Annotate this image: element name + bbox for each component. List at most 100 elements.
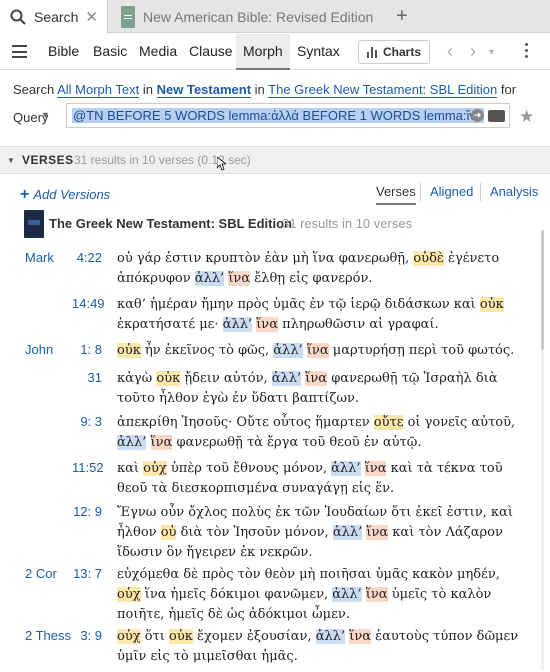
highlight-alla: ἀλλ’	[273, 343, 303, 358]
bar-chart-icon	[367, 47, 379, 58]
highlight-hina: ἵνα	[364, 461, 387, 476]
scrollbar-thumb[interactable]	[541, 230, 544, 350]
highlight-negation: οὐκ	[169, 629, 193, 644]
search-icon	[10, 9, 26, 25]
view-tab-analysis[interactable]: Analysis	[490, 184, 538, 199]
view-tab-verses[interactable]: Verses	[376, 184, 416, 205]
verse-text: καθ’ ἡμέραν ἤμην πρὸς ὑμᾶς ἐν τῷ ἱερῷ δι…	[117, 297, 504, 332]
highlight-alla: ἀλλ’	[194, 271, 225, 286]
highlight-negation: οὐχ	[143, 461, 167, 476]
highlight-negation: οὐχ	[117, 587, 141, 602]
tab-title: Search	[34, 9, 79, 25]
book-link[interactable]: John	[25, 342, 53, 357]
nav-tab-media[interactable]: Media	[139, 34, 177, 70]
highlight-negation: οὐκ	[156, 371, 181, 386]
search-prefix: Search	[13, 82, 55, 97]
in-text: in	[254, 82, 265, 97]
highlight-alla: ἀλλ’	[332, 525, 363, 540]
verse-text: Ἔγνω οὖν ὄχλος πολὺς ἐκ τῶν Ἰουδαίων ὅτι…	[117, 505, 513, 560]
highlight-hina: ἵνα	[305, 371, 328, 386]
highlight-negation: οὔτε	[373, 415, 404, 430]
reference-link[interactable]: 31	[72, 370, 102, 385]
nav-tab-syntax[interactable]: Syntax	[297, 34, 340, 70]
tab-search[interactable]: Search ✕	[0, 0, 108, 34]
favorite-star-icon[interactable]: ★	[519, 107, 534, 127]
highlight-hina: ἵνα	[349, 629, 371, 644]
resource-link[interactable]: The Greek New Testament: SBL Edition	[268, 82, 498, 98]
nav-tab-clause[interactable]: Clause	[189, 34, 233, 70]
verse-text: κἀγὼ οὐκ ᾔδειν αὐτόν, ἀλλ’ ἵνα φανερωθῇ …	[117, 371, 498, 406]
highlight-alla: ἀλλ’	[271, 371, 302, 386]
plus-icon: +	[20, 186, 30, 203]
charts-button[interactable]: Charts	[358, 40, 430, 64]
highlight-hina: ἵνα	[256, 317, 278, 332]
keyboard-icon[interactable]	[488, 110, 505, 122]
query-input[interactable]: @TN BEFORE 5 WORDS lemma:ἀλλά BEFORE 1 W…	[66, 103, 510, 128]
verse-text: οὐ γάρ ἐστιν κρυπτὸν ἐὰν μὴ ἵνα φανερωθῇ…	[117, 251, 500, 286]
highlight-negation: οὐκ	[117, 343, 141, 358]
reference-link[interactable]: 4:22	[72, 250, 102, 265]
highlight-negation: οὐχ	[117, 629, 141, 644]
verse-text: καὶ οὐχ ὑπὲρ τοῦ ἔθνους μόνον, ἀλλ’ ἵνα …	[117, 461, 503, 496]
book-link[interactable]: Mark	[25, 250, 54, 265]
highlight-alla: ἀλλ’	[332, 587, 362, 602]
back-arrow-icon[interactable]: ‹	[447, 41, 453, 62]
menu-icon[interactable]	[12, 45, 27, 58]
reference-link[interactable]: 3: 9	[72, 628, 102, 643]
search-type-bar: Bible Basic Media Clause Morph Syntax Ch…	[0, 34, 550, 70]
mouse-pointer-icon	[217, 157, 226, 171]
go-arrow-icon[interactable]: ➜	[471, 109, 484, 122]
verses-section-header[interactable]: ▼ VERSES 31 results in 10 verses (0.12 s…	[0, 146, 550, 174]
verse-text: οὐκ ἦν ἐκεῖνος τὸ φῶς, ἀλλ’ ἵνα μαρτυρήσ…	[117, 343, 515, 358]
nav-tab-morph[interactable]: Morph	[236, 34, 290, 70]
reference-link[interactable]: 9: 3	[72, 414, 102, 429]
range-link[interactable]: New Testament	[156, 82, 252, 98]
verses-label: VERSES	[22, 153, 74, 167]
highlight-alla: ἀλλ’	[331, 461, 361, 476]
tab-title: New American Bible: Revised Edition	[143, 8, 374, 25]
book-link[interactable]: 2 Thess	[25, 628, 71, 643]
highlight-negation: οὐ	[160, 525, 177, 540]
highlight-hina: ἵνα	[228, 271, 251, 286]
reference-link[interactable]: 1: 8	[72, 342, 102, 357]
scope-link[interactable]: All Morph Text	[57, 82, 140, 98]
verse-text: ἀπεκρίθη Ἰησοῦς· Οὔτε οὗτος ἥμαρτεν οὔτε…	[117, 415, 516, 450]
highlight-hina: ἵνα	[366, 525, 389, 540]
tab-bible[interactable]: New American Bible: Revised Edition	[109, 0, 378, 33]
book-link[interactable]: 2 Cor	[25, 566, 57, 581]
highlight-hina: ἵνα	[365, 587, 388, 602]
book-icon	[121, 5, 135, 28]
highlight-alla: ἀλλ’	[315, 629, 346, 644]
tab-bar: Search ✕ New American Bible: Revised Edi…	[0, 0, 550, 34]
divider	[480, 183, 481, 201]
reference-link[interactable]: 13: 7	[72, 566, 102, 581]
for-text: for	[500, 82, 517, 97]
add-versions-button[interactable]: + Add Versions	[20, 186, 110, 204]
edition-count: 31 results in 10 verses	[282, 216, 413, 231]
highlight-negation: οὐδὲ	[413, 251, 444, 266]
nav-tab-basic[interactable]: Basic	[93, 34, 127, 70]
verse-text: εὐχόμεθα δὲ πρὸς τὸν θεὸν μὴ ποιῆσαι ὑμᾶ…	[117, 567, 500, 622]
highlight-hina: ἵνα	[306, 343, 329, 358]
charts-label: Charts	[383, 45, 422, 59]
close-tab-icon[interactable]: ✕	[85, 8, 98, 26]
reference-link[interactable]: 11:52	[72, 460, 104, 475]
query-dropdown-icon[interactable]: ▼	[41, 110, 50, 120]
highlight-alla: ἀλλ’	[117, 435, 147, 450]
verse-text: οὐχ ὅτι οὐκ ἔχομεν ἐξουσίαν, ἀλλ’ ἵνα ἑα…	[117, 629, 519, 664]
highlight-hina: ἵνα	[150, 435, 173, 450]
reference-link[interactable]: 14:49	[72, 296, 105, 311]
edition-cover-icon	[24, 210, 44, 238]
reference-link[interactable]: 12: 9	[72, 504, 102, 519]
new-tab-plus-icon[interactable]: +	[396, 4, 408, 28]
app-window: Search ✕ New American Bible: Revised Edi…	[0, 0, 550, 672]
edition-title[interactable]: The Greek New Testament: SBL Edition	[49, 216, 292, 231]
history-dropdown-icon[interactable]: ▾	[489, 47, 494, 58]
forward-arrow-icon[interactable]: ›	[470, 41, 476, 62]
nav-tab-bible[interactable]: Bible	[48, 34, 79, 70]
collapse-triangle-icon[interactable]: ▼	[7, 156, 15, 165]
highlight-negation: οὐκ	[479, 297, 504, 312]
view-tab-aligned[interactable]: Aligned	[430, 184, 473, 199]
query-text: @TN BEFORE 5 WORDS lemma:ἀλλά BEFORE 1 W…	[72, 108, 485, 123]
more-options-icon[interactable]	[525, 43, 529, 61]
